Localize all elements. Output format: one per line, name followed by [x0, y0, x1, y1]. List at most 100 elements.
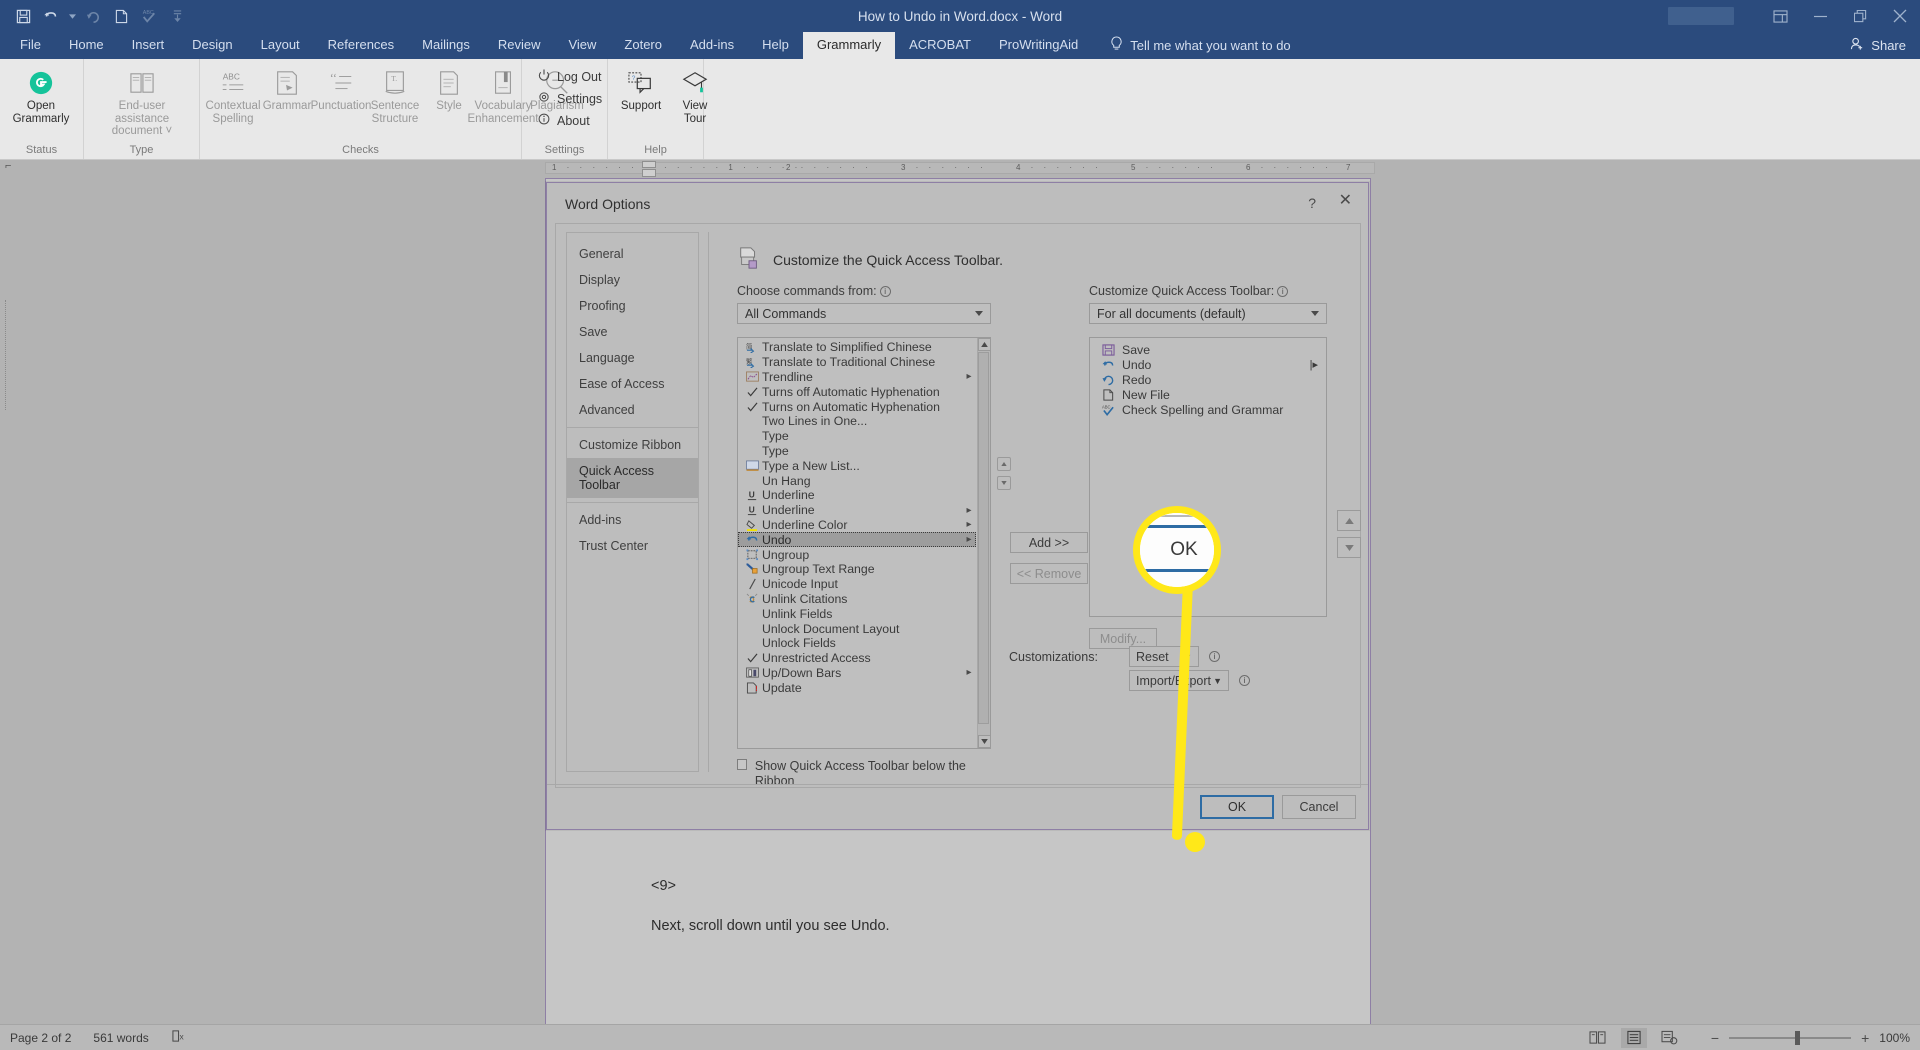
qat-list-item[interactable]: Save	[1094, 342, 1322, 357]
sidebar-item-save[interactable]: Save	[567, 319, 698, 345]
commands-list-item[interactable]: Ungroup Text Range	[738, 562, 976, 577]
support-button[interactable]: ? Support	[614, 63, 668, 113]
commands-listbox[interactable]: 简 Translate to Simplified Chinese 繁 Transla…	[737, 337, 991, 749]
sidebar-item-advanced[interactable]: Advanced	[567, 397, 698, 423]
tab-zotero[interactable]: Zotero	[610, 32, 676, 59]
dialog-nav-list[interactable]: General Display Proofing Save Language E…	[566, 232, 699, 772]
scroll-small-down-icon[interactable]	[997, 476, 1011, 490]
tab-view[interactable]: View	[554, 32, 610, 59]
zoom-out-button[interactable]: −	[1711, 1030, 1719, 1046]
commands-list-item[interactable]: Unicode Input	[738, 577, 976, 592]
spelling-check-icon[interactable]: ABC	[136, 4, 162, 28]
add-button[interactable]: Add >>	[1010, 532, 1088, 553]
save-icon[interactable]	[10, 4, 36, 28]
undo-dropdown-icon[interactable]	[66, 4, 78, 28]
info-icon[interactable]: i	[879, 285, 891, 297]
sentence-structure-button[interactable]: T. Sentence Structure	[368, 63, 422, 125]
sidebar-item-add-ins[interactable]: Add-ins	[567, 507, 698, 533]
commands-list-item[interactable]: Type	[738, 429, 976, 444]
help-icon[interactable]: ?	[1308, 195, 1316, 211]
open-grammarly-button[interactable]: Open Grammarly	[6, 63, 76, 125]
zoom-slider[interactable]	[1729, 1030, 1852, 1045]
info-icon-2[interactable]: i	[1277, 285, 1289, 297]
commands-list-item[interactable]: Unlink Citations	[738, 592, 976, 607]
commands-list-item[interactable]: Turns on Automatic Hyphenation	[738, 399, 976, 414]
move-down-icon[interactable]	[1337, 537, 1361, 558]
contextual-spelling-button[interactable]: ABC Contextual Spelling	[206, 63, 261, 125]
commands-list-item[interactable]: Un Hang	[738, 473, 976, 488]
commands-list-item[interactable]: Unlock Fields	[738, 636, 976, 651]
page-indicator[interactable]: Page 2 of 2	[10, 1031, 71, 1045]
sidebar-item-ease-of-access[interactable]: Ease of Access	[567, 371, 698, 397]
sidebar-item-general[interactable]: General	[567, 241, 698, 267]
ok-button[interactable]: OK	[1200, 795, 1274, 819]
commands-list-item[interactable]: Unlock Document Layout	[738, 621, 976, 636]
read-mode-icon[interactable]	[1585, 1028, 1611, 1048]
checkbox-box[interactable]	[737, 759, 747, 770]
tab-mailings[interactable]: Mailings	[408, 32, 484, 59]
commands-list-item[interactable]: 简 Translate to Simplified Chinese	[738, 340, 976, 355]
commands-list-item[interactable]: Type a New List...	[738, 458, 976, 473]
commands-list-item[interactable]: Unlink Fields	[738, 606, 976, 621]
tab-prowritingaid[interactable]: ProWritingAid	[985, 32, 1092, 59]
tab-file[interactable]: File	[6, 32, 55, 59]
qat-list-item[interactable]: Undo	[1094, 357, 1322, 372]
tab-help[interactable]: Help	[748, 32, 803, 59]
view-tour-button[interactable]: View Tour	[668, 63, 722, 125]
customize-qat-dropdown[interactable]: For all documents (default)	[1089, 303, 1327, 324]
commands-list-item[interactable]: Up/Down Bars ▸	[738, 666, 976, 681]
document-body[interactable]: <9> Next, scroll down until you see Undo…	[651, 869, 890, 943]
commands-list-item[interactable]: U Underline ▸	[738, 503, 976, 518]
proofing-errors-icon[interactable]: x	[171, 1029, 187, 1046]
close-icon[interactable]	[1880, 0, 1920, 32]
word-options-dialog[interactable]: Word Options ? ✕ General Display Proofin…	[546, 182, 1369, 830]
sidebar-item-language[interactable]: Language	[567, 345, 698, 371]
settings-button[interactable]: Settings	[538, 91, 602, 106]
commands-list-item[interactable]: 繁 Translate to Traditional Chinese	[738, 355, 976, 370]
new-file-icon[interactable]	[108, 4, 134, 28]
commands-scrollbar[interactable]	[977, 338, 990, 748]
redo-icon[interactable]	[80, 4, 106, 28]
scroll-up-icon[interactable]	[978, 338, 990, 351]
dialog-button-row[interactable]: OK Cancel	[1200, 795, 1356, 819]
tab-references[interactable]: References	[314, 32, 408, 59]
scroll-small-up-icon[interactable]	[997, 457, 1011, 471]
commands-list-item[interactable]: Trendline ▸	[738, 370, 976, 385]
share-button[interactable]: Share	[1850, 37, 1906, 54]
qat-rows[interactable]: Save Undo Redo New File ABC Check Spelling an…	[1094, 342, 1322, 417]
tab-grammarly[interactable]: Grammarly	[802, 32, 896, 59]
tab-home[interactable]: Home	[55, 32, 118, 59]
print-layout-icon[interactable]	[1620, 1027, 1647, 1048]
about-button[interactable]: About	[538, 113, 602, 128]
commands-list-item[interactable]: Ungroup	[738, 547, 976, 562]
move-up-icon[interactable]	[1337, 510, 1361, 531]
restore-icon[interactable]	[1840, 0, 1880, 32]
tab-insert[interactable]: Insert	[118, 32, 179, 59]
undo-icon[interactable]	[38, 4, 64, 28]
sidebar-item-trust-center[interactable]: Trust Center	[567, 533, 698, 559]
commands-list-item[interactable]: Two Lines in One...	[738, 414, 976, 429]
commands-list-item[interactable]: Underline Color ▸	[738, 518, 976, 533]
commands-list-item[interactable]: Unrestricted Access	[738, 651, 976, 666]
word-count[interactable]: 561 words	[93, 1031, 148, 1045]
qat-list-item[interactable]: New File	[1094, 387, 1322, 402]
close-icon[interactable]: ✕	[1339, 193, 1352, 209]
web-layout-icon[interactable]	[1657, 1028, 1683, 1048]
choose-commands-dropdown[interactable]: All Commands	[737, 303, 991, 324]
commands-list-item[interactable]: ! Update	[738, 680, 976, 695]
zoom-slider-thumb[interactable]	[1795, 1030, 1801, 1045]
info-icon-3[interactable]: i	[1209, 651, 1220, 662]
zoom-level[interactable]: 100%	[1879, 1031, 1910, 1045]
grammar-button[interactable]: Grammar	[260, 63, 314, 113]
tab-acrobat[interactable]: ACROBAT	[895, 32, 985, 59]
sidebar-item-customize-ribbon[interactable]: Customize Ribbon	[567, 432, 698, 458]
scroll-down-icon[interactable]	[978, 735, 990, 748]
ribbon-display-options-icon[interactable]	[1760, 0, 1800, 32]
sidebar-item-proofing[interactable]: Proofing	[567, 293, 698, 319]
log-out-button[interactable]: Log Out	[538, 69, 602, 84]
customize-qat-icon[interactable]	[164, 4, 190, 28]
qat-list-item[interactable]: ABC Check Spelling and Grammar	[1094, 402, 1322, 417]
cancel-button[interactable]: Cancel	[1282, 795, 1356, 819]
sidebar-item-quick-access-toolbar[interactable]: Quick Access Toolbar	[567, 458, 698, 498]
info-icon-4[interactable]: i	[1239, 675, 1250, 686]
